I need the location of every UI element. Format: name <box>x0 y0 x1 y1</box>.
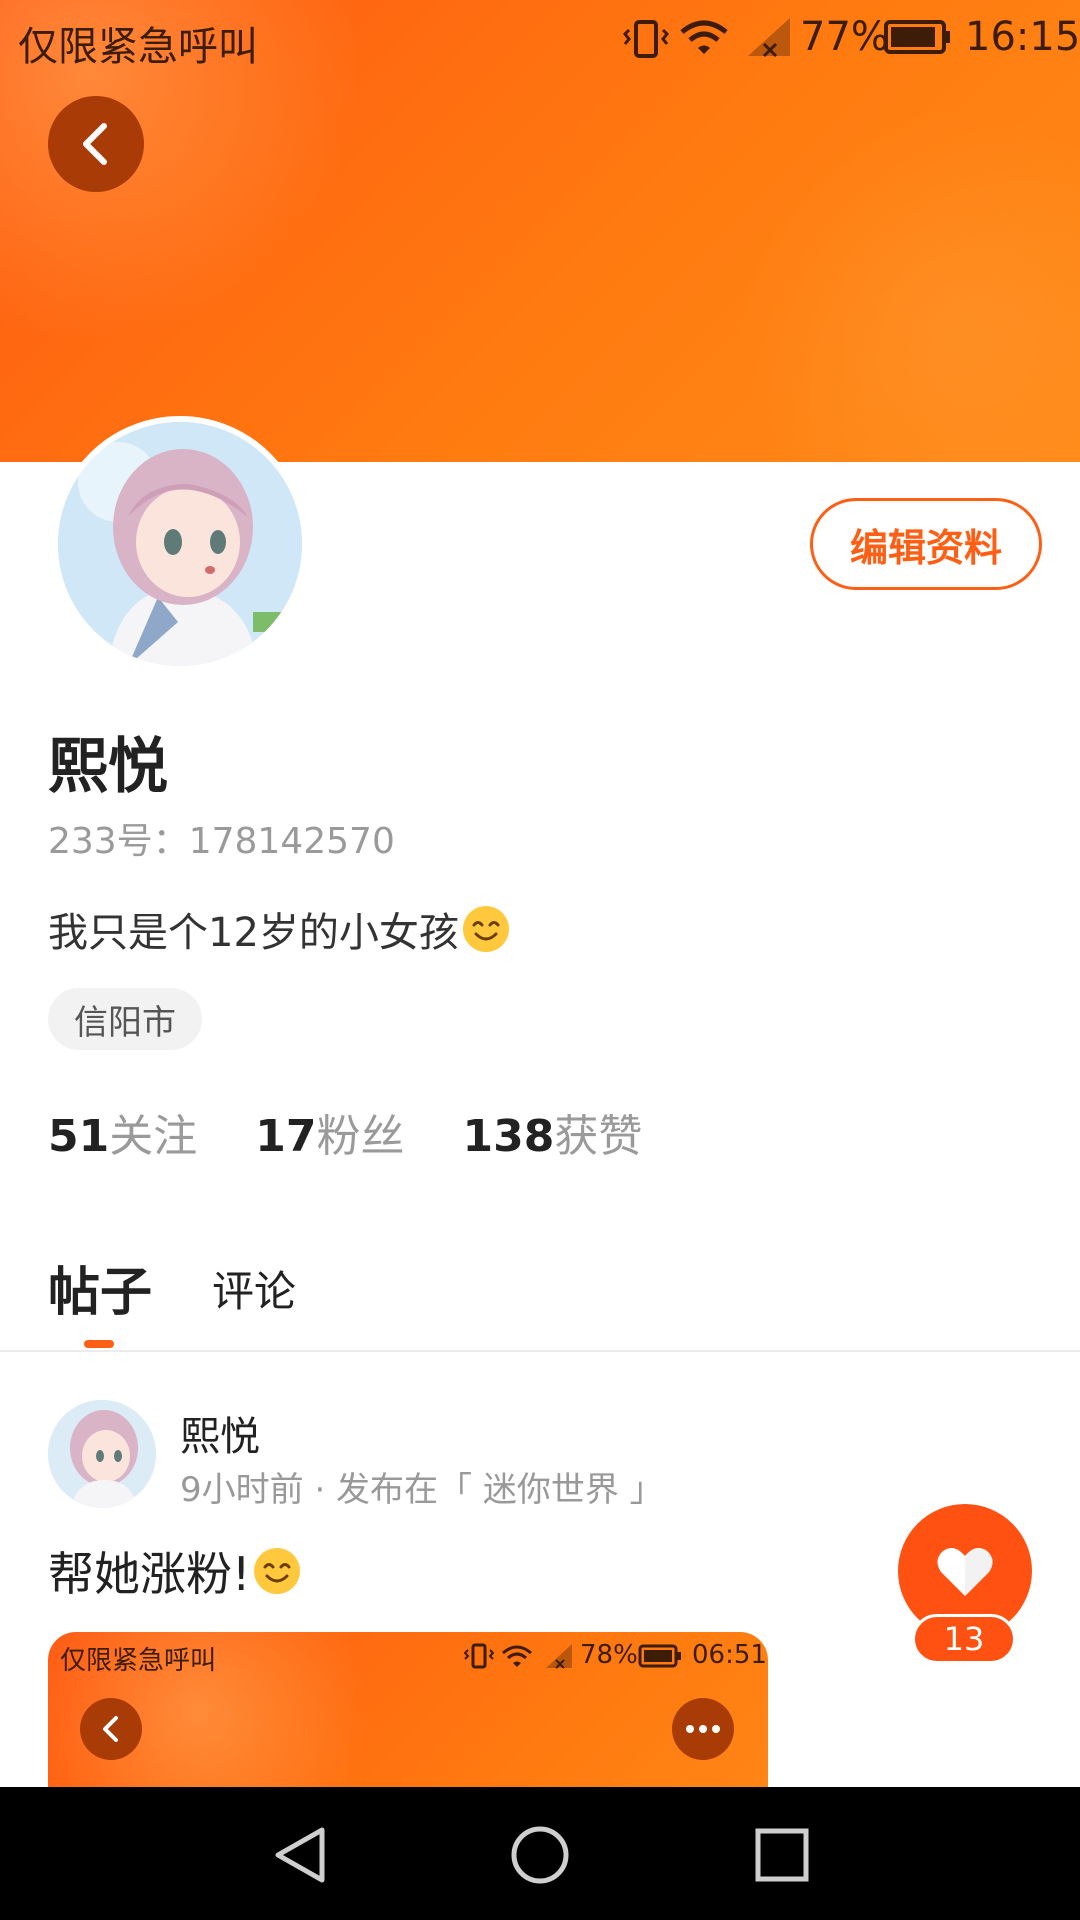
like-count: 13 <box>912 1614 1016 1664</box>
clock: 16:15 <box>965 14 1080 60</box>
wifi-icon <box>680 20 728 54</box>
fans-stat[interactable]: 17粉丝 <box>255 1100 404 1164</box>
system-nav-bar <box>0 1787 1080 1920</box>
nav-home-icon[interactable] <box>510 1825 570 1885</box>
user-id-label: 233号： <box>48 821 189 862</box>
post-meta: 9小时前 · 发布在「 迷你世界 」 <box>180 1470 664 1510</box>
battery-icon <box>638 1644 681 1668</box>
nav-recents-icon[interactable] <box>754 1827 810 1883</box>
vibrate-icon <box>464 1643 494 1669</box>
profile-name: 熙悦 <box>48 732 168 802</box>
smile-emoji-icon <box>254 1548 301 1594</box>
likes-label: 获赞 <box>554 1111 643 1162</box>
post-avatar-image <box>48 1400 156 1508</box>
post-image-back-button <box>80 1698 142 1760</box>
post-image-battery: 78% <box>580 1640 638 1670</box>
vibrate-icon <box>622 20 670 58</box>
tab-posts[interactable]: 帖子 <box>48 1250 152 1325</box>
post-author-avatar[interactable] <box>48 1400 156 1508</box>
smile-emoji-icon <box>462 906 509 952</box>
signal-icon <box>748 18 790 58</box>
post-text: 帮她涨粉! <box>48 1538 302 1604</box>
active-tab-indicator <box>84 1340 114 1348</box>
fans-count: 17 <box>255 1111 317 1162</box>
back-arrow-icon <box>83 123 107 165</box>
nav-back-icon[interactable] <box>272 1825 328 1885</box>
post-image-more-button <box>672 1698 734 1760</box>
wifi-icon <box>502 1645 532 1667</box>
more-icon <box>686 1725 720 1733</box>
user-id-value: 178142570 <box>188 821 395 862</box>
likes-count: 138 <box>462 1111 555 1162</box>
location-tag[interactable]: 信阳市 <box>48 988 202 1050</box>
fans-label: 粉丝 <box>316 1111 405 1162</box>
profile-avatar[interactable] <box>52 416 308 672</box>
user-id: 233号：178142570 <box>48 812 395 864</box>
post-image-time: 06:51 <box>692 1640 767 1670</box>
profile-stats: 51关注 17粉丝 138获赞 <box>48 1100 700 1164</box>
bio-text: 我只是个12岁的小女孩 <box>48 910 459 956</box>
following-stat[interactable]: 51关注 <box>48 1100 197 1164</box>
battery-percent: 77% <box>800 14 889 60</box>
following-count: 51 <box>48 1111 110 1162</box>
post-text-content: 帮她涨粉! <box>48 1547 251 1601</box>
heart-icon <box>937 1547 993 1596</box>
back-button[interactable] <box>48 96 144 192</box>
back-arrow-icon <box>103 1716 118 1742</box>
likes-stat[interactable]: 138获赞 <box>462 1100 642 1164</box>
following-label: 关注 <box>109 1111 198 1162</box>
avatar-image <box>58 422 302 666</box>
divider <box>0 1350 1080 1352</box>
carrier-text: 仅限紧急呼叫 <box>18 24 258 70</box>
battery-icon <box>884 20 950 54</box>
profile-bio: 我只是个12岁的小女孩 <box>48 900 511 958</box>
signal-icon <box>546 1644 572 1669</box>
post-image-carrier: 仅限紧急呼叫 <box>60 1646 217 1676</box>
post-author-name[interactable]: 熙悦 <box>180 1404 260 1462</box>
tab-comments[interactable]: 评论 <box>212 1258 296 1319</box>
edit-profile-button[interactable]: 编辑资料 <box>810 498 1042 590</box>
